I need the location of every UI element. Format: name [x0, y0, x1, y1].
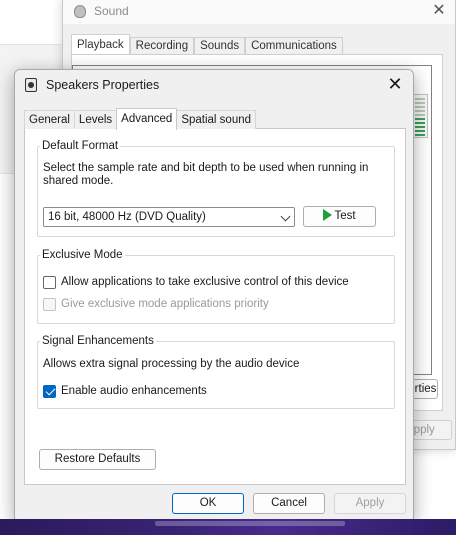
sample-rate-dropdown[interactable]: 16 bit, 48000 Hz (DVD Quality) [43, 207, 295, 227]
sound-window-tabs: Playback Recording Sounds Communications [71, 34, 343, 55]
allow-exclusive-control-label[interactable]: Allow applications to take exclusive con… [61, 276, 349, 288]
exclusive-priority-row: Give exclusive mode applications priorit… [43, 297, 269, 311]
tab-advanced[interactable]: Advanced [116, 108, 178, 130]
allow-exclusive-control-checkbox[interactable] [43, 275, 56, 289]
taskbar [0, 519, 456, 535]
speaker-icon [74, 5, 86, 18]
dialog-tabs: General Levels Advanced Spatial sound [24, 107, 257, 130]
default-format-label: Default Format [40, 139, 121, 153]
play-icon [323, 209, 333, 221]
speakers-properties-dialog: Speakers Properties ✕ General Levels Adv… [14, 69, 414, 523]
tab-recording[interactable]: Recording [129, 37, 195, 55]
enable-enhancements-row[interactable]: Enable audio enhancements [43, 384, 207, 398]
exclusive-mode-group: Exclusive Mode Allow applications to tak… [37, 248, 395, 324]
sample-rate-value: 16 bit, 48000 Hz (DVD Quality) [48, 211, 206, 223]
dialog-title: Speakers Properties [46, 78, 160, 92]
test-button[interactable]: Test [303, 206, 376, 227]
apply-button: Apply [334, 493, 406, 514]
ok-button[interactable]: OK [172, 493, 244, 514]
enable-enhancements-label[interactable]: Enable audio enhancements [61, 385, 207, 397]
dialog-titlebar: Speakers Properties ✕ [15, 70, 413, 100]
tab-spatial-sound[interactable]: Spatial sound [176, 110, 257, 129]
signal-enhancements-label: Signal Enhancements [40, 334, 156, 348]
speaker-icon [25, 78, 37, 92]
cancel-button[interactable]: Cancel [253, 493, 325, 514]
level-meter [412, 94, 428, 138]
tab-levels[interactable]: Levels [73, 110, 118, 129]
taskbar-blur [155, 521, 345, 526]
exclusive-priority-label: Give exclusive mode applications priorit… [61, 298, 269, 310]
properties-button[interactable]: Properties [410, 379, 438, 399]
test-button-label: Test [334, 210, 356, 222]
chevron-down-icon [280, 211, 291, 222]
default-format-description: Select the sample rate and bit depth to … [43, 162, 369, 187]
sound-window-titlebar: Sound ✕ [63, 0, 455, 24]
allow-exclusive-control-row[interactable]: Allow applications to take exclusive con… [43, 275, 349, 289]
signal-enhancements-description: Allows extra signal processing by the au… [43, 358, 300, 370]
sound-window-title: Sound [94, 4, 129, 18]
exclusive-priority-checkbox [43, 297, 56, 311]
sound-window-close-button[interactable]: ✕ [429, 1, 449, 21]
tab-playback[interactable]: Playback [71, 34, 130, 55]
tab-communications[interactable]: Communications [245, 37, 343, 55]
close-button[interactable]: ✕ [385, 74, 405, 94]
signal-enhancements-group: Signal Enhancements Allows extra signal … [37, 334, 395, 409]
tab-general[interactable]: General [24, 110, 75, 129]
enable-enhancements-checkbox[interactable] [43, 384, 56, 398]
advanced-panel: Default Format Select the sample rate an… [24, 128, 406, 485]
restore-defaults-button[interactable]: Restore Defaults [39, 449, 156, 470]
tab-sounds[interactable]: Sounds [194, 37, 246, 55]
sound-apply-button[interactable]: Apply [410, 420, 452, 440]
default-format-group: Default Format Select the sample rate an… [37, 139, 395, 237]
exclusive-mode-label: Exclusive Mode [40, 248, 125, 262]
